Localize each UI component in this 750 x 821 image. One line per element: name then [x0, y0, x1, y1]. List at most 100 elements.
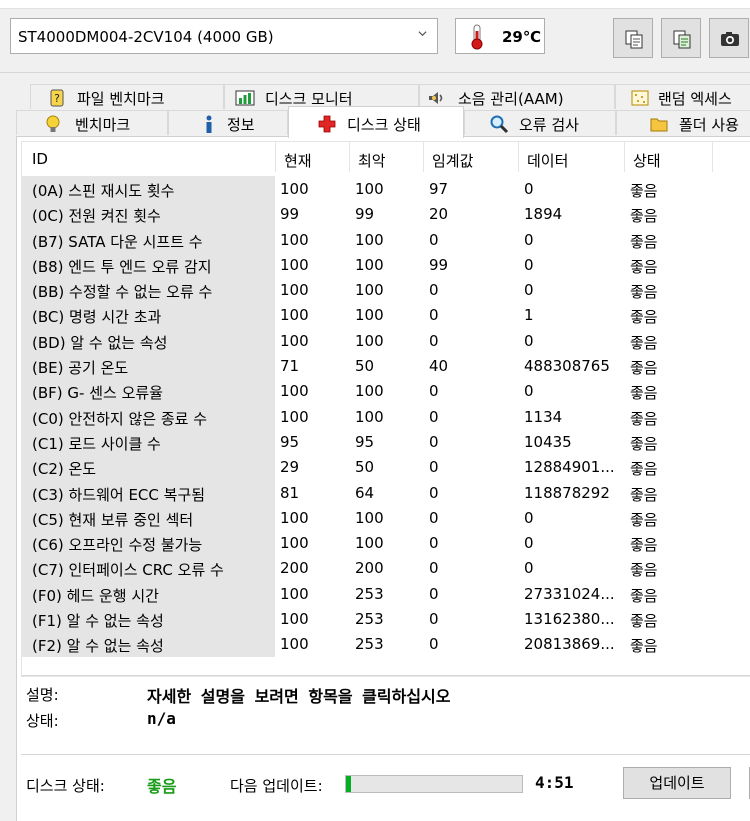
- raw-data: 0: [524, 281, 534, 300]
- divider: [21, 675, 750, 676]
- screenshot-button[interactable]: [709, 18, 749, 58]
- current-value: 100: [280, 534, 309, 553]
- column-header-status[interactable]: 상태: [633, 150, 661, 171]
- column-header-threshold[interactable]: 임계값: [432, 150, 473, 171]
- tab-error-scan[interactable]: 오류 검사: [464, 110, 616, 135]
- table-row[interactable]: (F2) 알 수 없는 속성 100 253 0 20813869... 좋음: [22, 631, 750, 657]
- worst-value: 253: [355, 635, 384, 654]
- status-value: 좋음: [630, 510, 658, 529]
- table-row[interactable]: (BD) 알 수 없는 속성 100 100 0 0 좋음: [22, 327, 750, 354]
- tab-disk-health[interactable]: 디스크 상태: [288, 106, 464, 138]
- raw-data: 27331024...: [524, 584, 615, 603]
- worst-value: 100: [355, 534, 384, 553]
- temperature-value: 29℃: [502, 28, 542, 46]
- current-value: 100: [280, 584, 309, 603]
- threshold-value: 0: [429, 534, 439, 553]
- smart-attribute-list[interactable]: ID 현재 최악 임계값 데이터 상태 (0A) 스핀 재시도 횟수 100 100…: [21, 141, 750, 677]
- attribute-name: (B7) SATA 다운 시프트 수: [22, 226, 275, 252]
- info-icon: [206, 115, 212, 133]
- status-value: 좋음: [630, 586, 658, 605]
- attribute-name: (C5) 현재 보류 중인 섹터: [22, 504, 275, 531]
- table-row[interactable]: (C5) 현재 보류 중인 섹터 100 100 0 0 좋음: [22, 504, 750, 531]
- status-value: 좋음: [630, 561, 658, 580]
- table-row[interactable]: (B8) 엔드 투 엔드 오류 감지 100 100 99 0 좋음: [22, 251, 750, 278]
- table-row[interactable]: (BC) 명령 시간 초과 100 100 0 1 좋음: [22, 302, 750, 328]
- attribute-name: (C7) 인터페이스 CRC 오류 수: [22, 555, 275, 581]
- worst-value: 100: [355, 281, 384, 300]
- column-header-data[interactable]: 데이터: [527, 150, 568, 171]
- current-value: 71: [280, 357, 300, 376]
- current-value: 200: [280, 559, 309, 578]
- table-row[interactable]: (C6) 오프라인 수정 불가능 100 100 0 0 좋음: [22, 530, 750, 556]
- tab-random-access[interactable]: 랜덤 엑세스: [615, 84, 750, 109]
- current-value: 100: [280, 180, 309, 198]
- tab-label: 소음 관리(AAM): [458, 90, 564, 108]
- copy-all-icon: [673, 30, 691, 49]
- current-value: 95: [280, 432, 300, 451]
- status-value: 좋음: [630, 460, 658, 479]
- raw-data: 0: [524, 255, 534, 274]
- current-value: 100: [280, 635, 309, 654]
- table-row[interactable]: (C7) 인터페이스 CRC 오류 수 200 200 0 0 좋음: [22, 555, 750, 581]
- random-access-icon: [631, 90, 649, 106]
- raw-data: 0: [524, 534, 534, 553]
- attribute-name: (F1) 알 수 없는 속성: [22, 606, 275, 632]
- tab-folder-usage[interactable]: 폴더 사용: [616, 110, 750, 135]
- copy-all-button[interactable]: [661, 18, 701, 58]
- description-value: 자세한 설명을 보려면 항목을 클릭하십시오: [147, 687, 451, 706]
- drive-select[interactable]: ST4000DM004-2CV104 (4000 GB): [10, 18, 438, 54]
- current-value: 100: [280, 610, 309, 629]
- tab-label: 오류 검사: [519, 116, 579, 134]
- disk-health-panel: ID 현재 최악 임계값 데이터 상태 (0A) 스핀 재시도 횟수 100 100…: [16, 136, 750, 821]
- tab-label: 폴더 사용: [679, 116, 739, 134]
- attribute-name: (F2) 알 수 없는 속성: [22, 631, 275, 657]
- attribute-name: (BD) 알 수 없는 속성: [22, 327, 275, 354]
- table-row[interactable]: (B7) SATA 다운 시프트 수 100 100 0 0 좋음: [22, 226, 750, 252]
- table-row[interactable]: (BE) 공기 온도 71 50 40 488308765 좋음: [22, 353, 750, 379]
- worst-value: 99: [355, 205, 375, 224]
- temperature-display: 29℃: [455, 18, 545, 54]
- attribute-name: (C6) 오프라인 수정 불가능: [22, 530, 275, 556]
- tab-benchmark[interactable]: 벤치마크: [16, 110, 168, 135]
- column-header-current[interactable]: 현재: [284, 150, 312, 171]
- worst-value: 100: [355, 331, 384, 350]
- column-header-worst[interactable]: 최악: [358, 150, 386, 171]
- tab-info[interactable]: 정보: [168, 110, 288, 135]
- raw-data: 0: [524, 331, 534, 350]
- worst-value: 100: [355, 306, 384, 325]
- raw-data: 118878292: [524, 483, 610, 502]
- attribute-name-text: (F2) 알 수 없는 속성: [32, 637, 164, 656]
- table-row[interactable]: (BB) 수정할 수 없는 오류 수 100 100 0 0 좋음: [22, 277, 750, 303]
- table-row[interactable]: (F1) 알 수 없는 속성 100 253 0 13162380... 좋음: [22, 606, 750, 632]
- table-row[interactable]: (C2) 온도 29 50 0 12884901... 좋음: [22, 454, 750, 480]
- update-button[interactable]: 업데이트: [623, 767, 731, 799]
- threshold-value: 40: [429, 357, 449, 376]
- attribute-name-text: (0C) 전원 켜진 횟수: [32, 207, 161, 226]
- attribute-name: (C2) 온도: [22, 454, 275, 480]
- column-header-id[interactable]: ID: [32, 150, 48, 168]
- attribute-name: (BB) 수정할 수 없는 오류 수: [22, 277, 275, 303]
- status-value: 좋음: [630, 637, 658, 656]
- status-value: 좋음: [630, 182, 658, 200]
- current-value: 100: [280, 230, 309, 249]
- next-update-label: 다음 업데이트:: [230, 777, 323, 795]
- table-row[interactable]: (0A) 스핀 재시도 횟수 100 100 97 0 좋음: [22, 176, 750, 202]
- raw-data: 13162380...: [524, 610, 615, 629]
- copy-button[interactable]: [613, 18, 653, 58]
- worst-value: 64: [355, 483, 375, 502]
- table-row[interactable]: (C3) 하드웨어 ECC 복구됨 81 64 0 118878292 좋음: [22, 479, 750, 505]
- tab-file-benchmark[interactable]: ? 파일 벤치마크: [30, 84, 224, 109]
- table-row[interactable]: (0C) 전원 켜진 횟수 99 99 20 1894 좋음: [22, 201, 750, 227]
- raw-data: 0: [524, 230, 534, 249]
- table-row[interactable]: (C1) 로드 사이클 수 95 95 0 10435 좋음: [22, 428, 750, 455]
- table-row[interactable]: (BF) G- 센스 오류율 100 100 0 0 좋음: [22, 378, 750, 404]
- folder-icon: [650, 118, 668, 132]
- raw-data: 1894: [524, 205, 563, 224]
- attribute-name-text: (C7) 인터페이스 CRC 오류 수: [32, 561, 224, 580]
- disk-state-value: 좋음: [147, 777, 177, 796]
- threshold-value: 20: [429, 205, 449, 224]
- table-row[interactable]: (C0) 안전하지 않은 종료 수 100 100 0 1134 좋음: [22, 403, 750, 429]
- table-row[interactable]: (F0) 헤드 운행 시간 100 253 0 27331024... 좋음: [22, 580, 750, 607]
- worst-value: 200: [355, 559, 384, 578]
- threshold-value: 0: [429, 559, 439, 578]
